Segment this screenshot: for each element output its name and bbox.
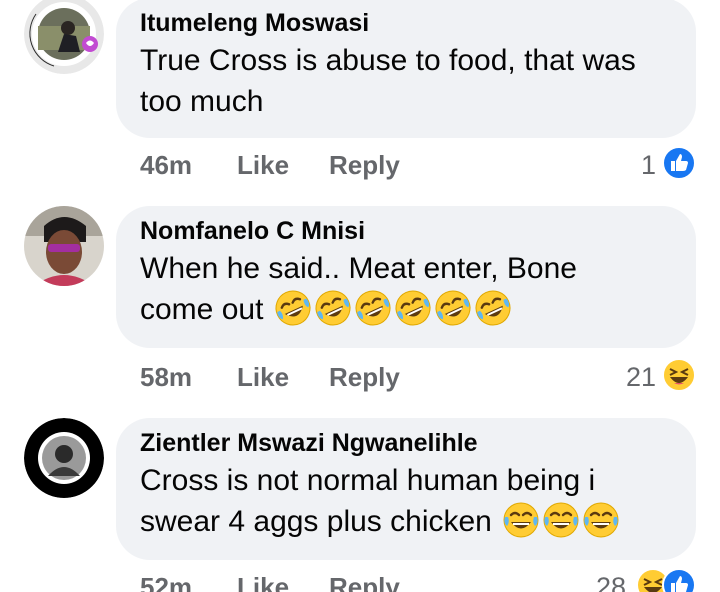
comment-text: When he said.. Meat enter, Bone come out [140, 248, 672, 330]
avatar-image [24, 0, 104, 74]
comment-text-line: Cross is not normal human being i [140, 464, 596, 497]
comment-text-line: True Cross is abuse to food, that was [140, 44, 636, 77]
comment-actions: 46m Like Reply 1 [140, 144, 700, 184]
rolling-on-floor-laughing-emoji [355, 290, 391, 326]
comment-text: Cross is not normal human being i swear … [140, 460, 672, 542]
avatar-image [24, 206, 104, 286]
comment-bubble: Nomfanelo C Mnisi When he said.. Meat en… [116, 206, 696, 348]
comment-text-line: come out [140, 293, 264, 326]
reaction-count[interactable]: 1 [641, 150, 656, 181]
comment-bubble: Itumeleng Moswasi True Cross is abuse to… [116, 0, 696, 138]
rolling-on-floor-laughing-emoji [435, 290, 471, 326]
like-button[interactable]: Like [237, 150, 289, 181]
tears-of-joy-emoji [583, 502, 619, 538]
emoji-row [500, 502, 620, 538]
tears-of-joy-emoji [543, 502, 579, 538]
avatar[interactable] [24, 0, 104, 74]
like-button[interactable]: Like [237, 572, 289, 592]
comment-time[interactable]: 46m [140, 150, 192, 181]
comment-author[interactable]: Nomfanelo C Mnisi [140, 216, 672, 246]
reply-button[interactable]: Reply [329, 572, 400, 592]
avatar-image [24, 418, 104, 498]
comment-text-line: When he said.. Meat enter, Bone [140, 252, 577, 285]
comment-bubble: Zientler Mswazi Ngwanelihle Cross is not… [116, 418, 696, 560]
comment-text: True Cross is abuse to food, that was to… [140, 40, 672, 122]
reply-button[interactable]: Reply [329, 362, 400, 393]
rolling-on-floor-laughing-emoji [315, 290, 351, 326]
comment-actions: 52m Like Reply 28 [140, 566, 700, 592]
like-icon[interactable] [662, 568, 696, 592]
comment-actions: 58m Like Reply 21 [140, 356, 700, 396]
reaction-count[interactable]: 21 [626, 362, 656, 393]
comment-time[interactable]: 58m [140, 362, 192, 393]
avatar[interactable] [24, 206, 104, 286]
comment-text-line: too much [140, 85, 264, 118]
rolling-on-floor-laughing-emoji [475, 290, 511, 326]
comment-author[interactable]: Zientler Mswazi Ngwanelihle [140, 428, 672, 458]
like-button[interactable]: Like [237, 362, 289, 393]
like-icon[interactable] [662, 146, 696, 180]
reaction-count[interactable]: 28 [596, 572, 626, 592]
comment-author[interactable]: Itumeleng Moswasi [140, 8, 672, 38]
rolling-on-floor-laughing-emoji [275, 290, 311, 326]
haha-icon[interactable] [662, 358, 696, 392]
reply-button[interactable]: Reply [329, 150, 400, 181]
avatar[interactable] [24, 418, 104, 498]
tears-of-joy-emoji [503, 502, 539, 538]
comment-text-line: swear 4 aggs plus chicken [140, 505, 492, 538]
rolling-on-floor-laughing-emoji [395, 290, 431, 326]
comment-time[interactable]: 52m [140, 572, 192, 592]
emoji-row [272, 290, 512, 326]
